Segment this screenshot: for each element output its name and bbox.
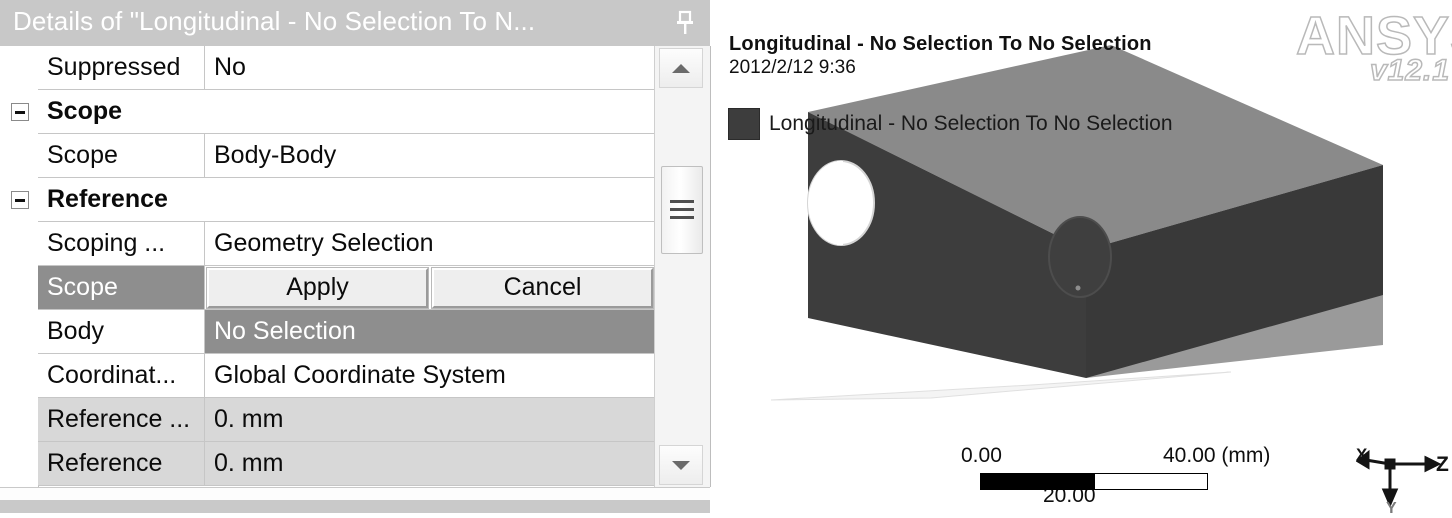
- property-value[interactable]: No: [205, 46, 655, 89]
- property-row[interactable]: Reference 0. mm: [38, 442, 655, 486]
- property-value[interactable]: 0. mm: [205, 398, 655, 441]
- property-label: Scope: [38, 134, 205, 177]
- scale-bar: 0.00 40.00 (mm) 20.00: [956, 437, 1306, 513]
- property-label: Reference: [47, 185, 168, 213]
- details-panel-title: Details of "Longitudinal - No Selection …: [13, 6, 536, 36]
- scroll-up-arrow-icon[interactable]: [659, 48, 703, 88]
- property-label: Scope: [38, 266, 205, 309]
- property-label: Body: [38, 310, 205, 353]
- details-titlebar: Details of "Longitudinal - No Selection …: [0, 0, 710, 47]
- property-row[interactable]: Scoping ... Geometry Selection: [38, 222, 655, 266]
- property-label: Coordinat...: [38, 354, 205, 397]
- panel-bottom-statusbar: [0, 500, 710, 513]
- property-label: Scoping ...: [38, 222, 205, 265]
- scale-bar-min-label: 0.00: [961, 444, 1002, 467]
- apply-button[interactable]: Apply: [206, 266, 429, 309]
- property-value[interactable]: No Selection: [205, 310, 655, 353]
- property-row[interactable]: Reference ... 0. mm: [38, 398, 655, 442]
- details-panel: Details of "Longitudinal - No Selection …: [0, 0, 711, 513]
- legend-label: Longitudinal - No Selection To No Select…: [769, 112, 1173, 135]
- property-value[interactable]: Global Coordinate System: [205, 354, 655, 397]
- axis-label-y: Y: [1386, 500, 1397, 513]
- scrollbar-thumb[interactable]: [661, 166, 703, 254]
- scale-bar-light-segment: [1094, 473, 1208, 490]
- grid-expander-gutter: [0, 46, 39, 487]
- viewport-title: Longitudinal - No Selection To No Select…: [729, 33, 1152, 55]
- minus-glyph: [15, 199, 25, 202]
- property-label: Reference ...: [38, 398, 205, 441]
- property-label: Scope: [47, 97, 123, 125]
- property-row[interactable]: Body No Selection: [38, 310, 655, 354]
- axis-label-x: X: [1356, 445, 1368, 464]
- scroll-down-arrow-icon[interactable]: [659, 445, 703, 485]
- details-property-grid: Suppressed No Scope Scope Body-Body Reference…: [0, 46, 711, 487]
- property-label: Suppressed: [38, 46, 205, 89]
- axis-triad[interactable]: Z X Y: [1355, 440, 1452, 517]
- property-group-row[interactable]: Reference: [38, 178, 655, 222]
- ansys-version-label: v12.1: [1369, 53, 1451, 88]
- collapse-group-icon[interactable]: [11, 103, 29, 121]
- legend-color-swatch: [728, 108, 760, 140]
- property-value[interactable]: 0. mm: [205, 442, 655, 485]
- viewport-timestamp: 2012/2/12 9:36: [729, 57, 856, 78]
- apply-cancel-button-group: Apply Cancel: [205, 266, 655, 309]
- collapse-group-icon[interactable]: [11, 191, 29, 209]
- minus-glyph: [15, 111, 25, 114]
- axis-label-z: Z: [1436, 453, 1449, 476]
- property-label: Reference: [38, 442, 205, 485]
- ansys-logo: ANSYS v12.1: [1296, 2, 1452, 94]
- scale-bar-max-label: 40.00 (mm): [1163, 444, 1271, 467]
- pushpin-icon[interactable]: [672, 9, 698, 37]
- property-value[interactable]: Body-Body: [205, 134, 655, 177]
- property-value[interactable]: Geometry Selection: [205, 222, 655, 265]
- details-vertical-scrollbar[interactable]: [654, 46, 710, 487]
- property-row[interactable]: Scope Apply Cancel: [38, 266, 655, 310]
- property-row[interactable]: Suppressed No: [38, 46, 655, 90]
- panel-bottom-spacer: [0, 487, 710, 501]
- property-row[interactable]: Coordinat... Global Coordinate System: [38, 354, 655, 398]
- graphics-viewport[interactable]: Longitudinal - No Selection To No Select…: [711, 0, 1452, 517]
- scale-bar-dark-segment: [980, 473, 1094, 490]
- property-row[interactable]: Scope Body-Body: [38, 134, 655, 178]
- cancel-button[interactable]: Cancel: [431, 266, 654, 309]
- property-group-row[interactable]: Scope: [38, 90, 655, 134]
